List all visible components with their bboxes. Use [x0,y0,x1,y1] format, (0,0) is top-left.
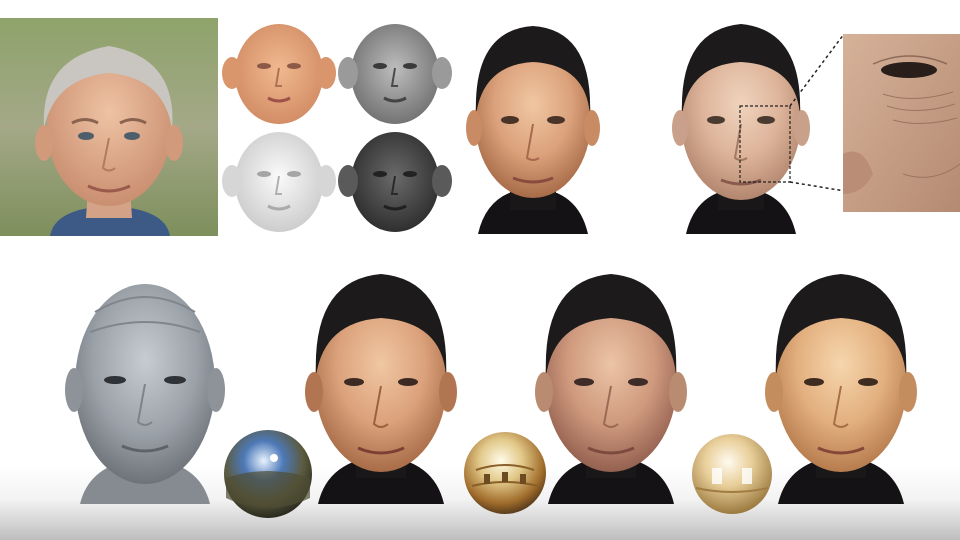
zoom-inset [843,34,960,212]
textured-render [458,20,608,234]
input-photo [0,18,218,236]
geometry-render [60,272,230,504]
specular-map [336,18,454,126]
normal-map [220,126,338,234]
relit-render-indoor [526,270,696,504]
diffuse-albedo-map [220,18,338,126]
displacement-map [336,126,454,234]
relit-render-outdoor [296,270,466,504]
relit-render-warm [756,270,926,504]
